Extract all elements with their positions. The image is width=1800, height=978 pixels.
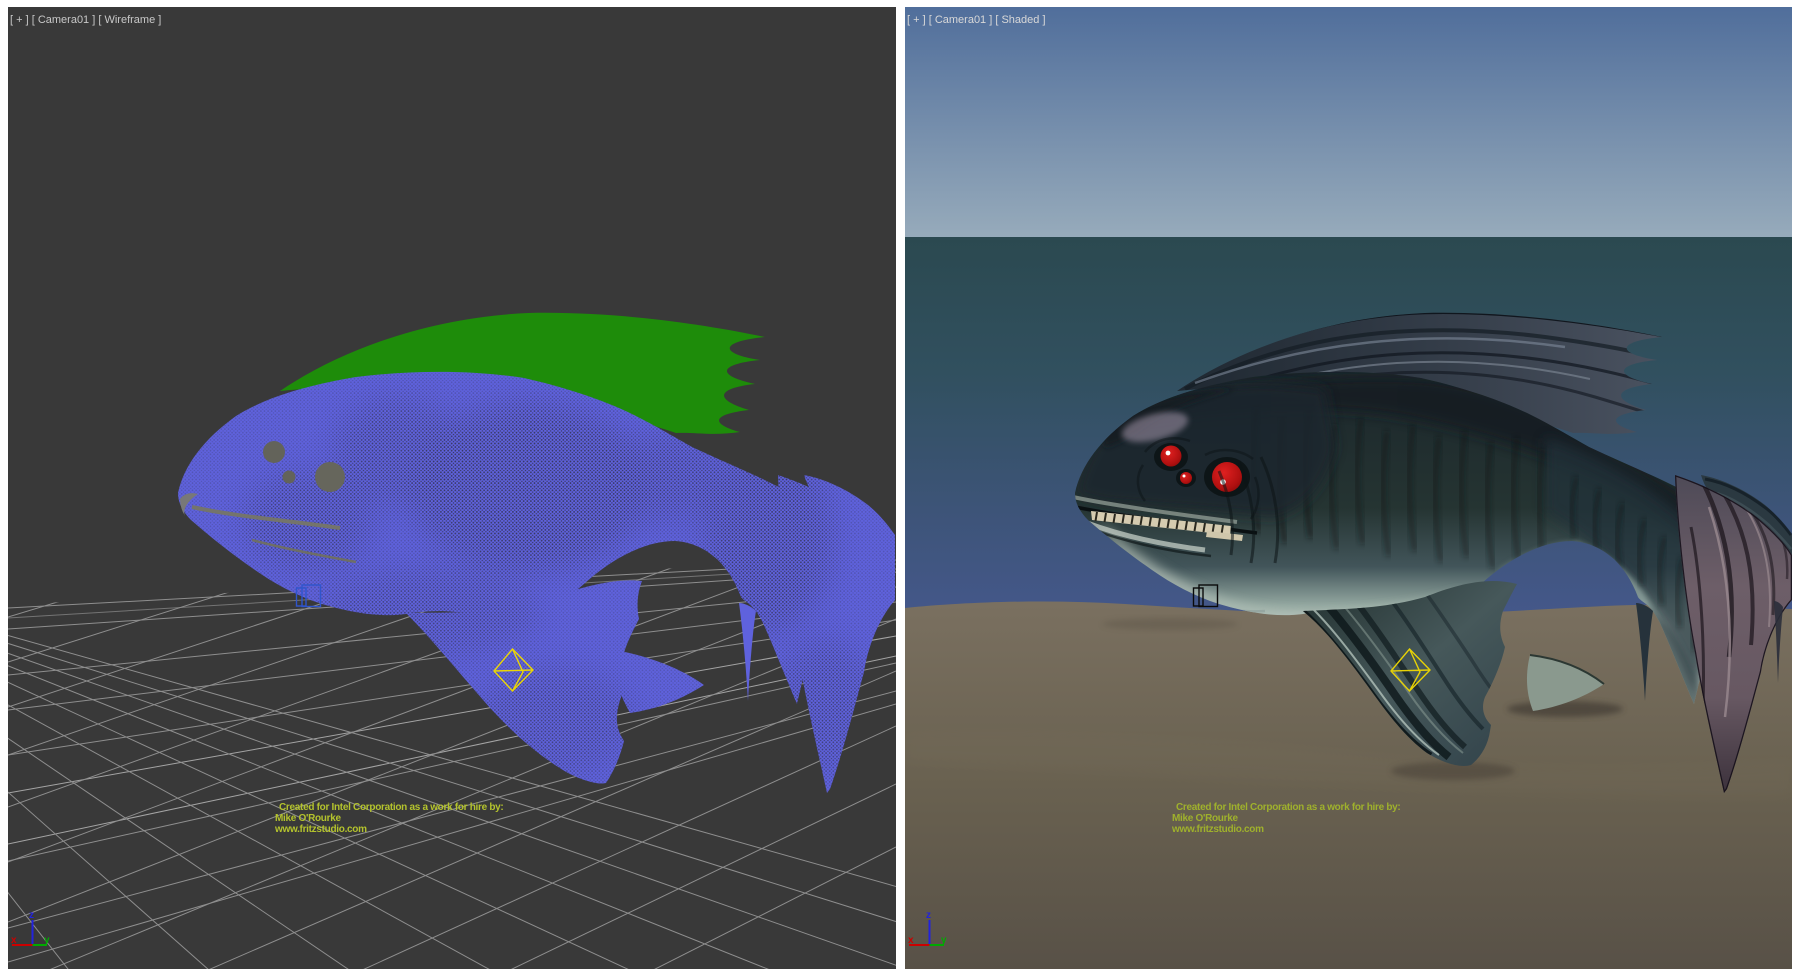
svg-text:x: x bbox=[908, 935, 914, 946]
svg-text:y: y bbox=[941, 935, 947, 946]
svg-text:x: x bbox=[11, 935, 17, 946]
svg-text:Created for Intel Corporation: Created for Intel Corporation as a work … bbox=[279, 802, 503, 813]
svg-text:[ + ] [ Camera01 ] [ Wireframe: [ + ] [ Camera01 ] [ Wireframe ] bbox=[10, 14, 161, 26]
svg-text:Mike O'Rourke: Mike O'Rourke bbox=[1172, 813, 1238, 824]
svg-text:z: z bbox=[29, 910, 34, 921]
svg-text:Created for Intel Corporation: Created for Intel Corporation as a work … bbox=[1176, 802, 1400, 813]
svg-text:y: y bbox=[44, 935, 50, 946]
svg-text:z: z bbox=[926, 910, 931, 921]
svg-text:www.fritzstudio.com: www.fritzstudio.com bbox=[274, 824, 367, 835]
svg-text:www.fritzstudio.com: www.fritzstudio.com bbox=[1171, 824, 1264, 835]
svg-text:Mike O'Rourke: Mike O'Rourke bbox=[275, 813, 341, 824]
svg-text:[ + ] [ Camera01 ] [ Shaded ]: [ + ] [ Camera01 ] [ Shaded ] bbox=[907, 14, 1046, 26]
